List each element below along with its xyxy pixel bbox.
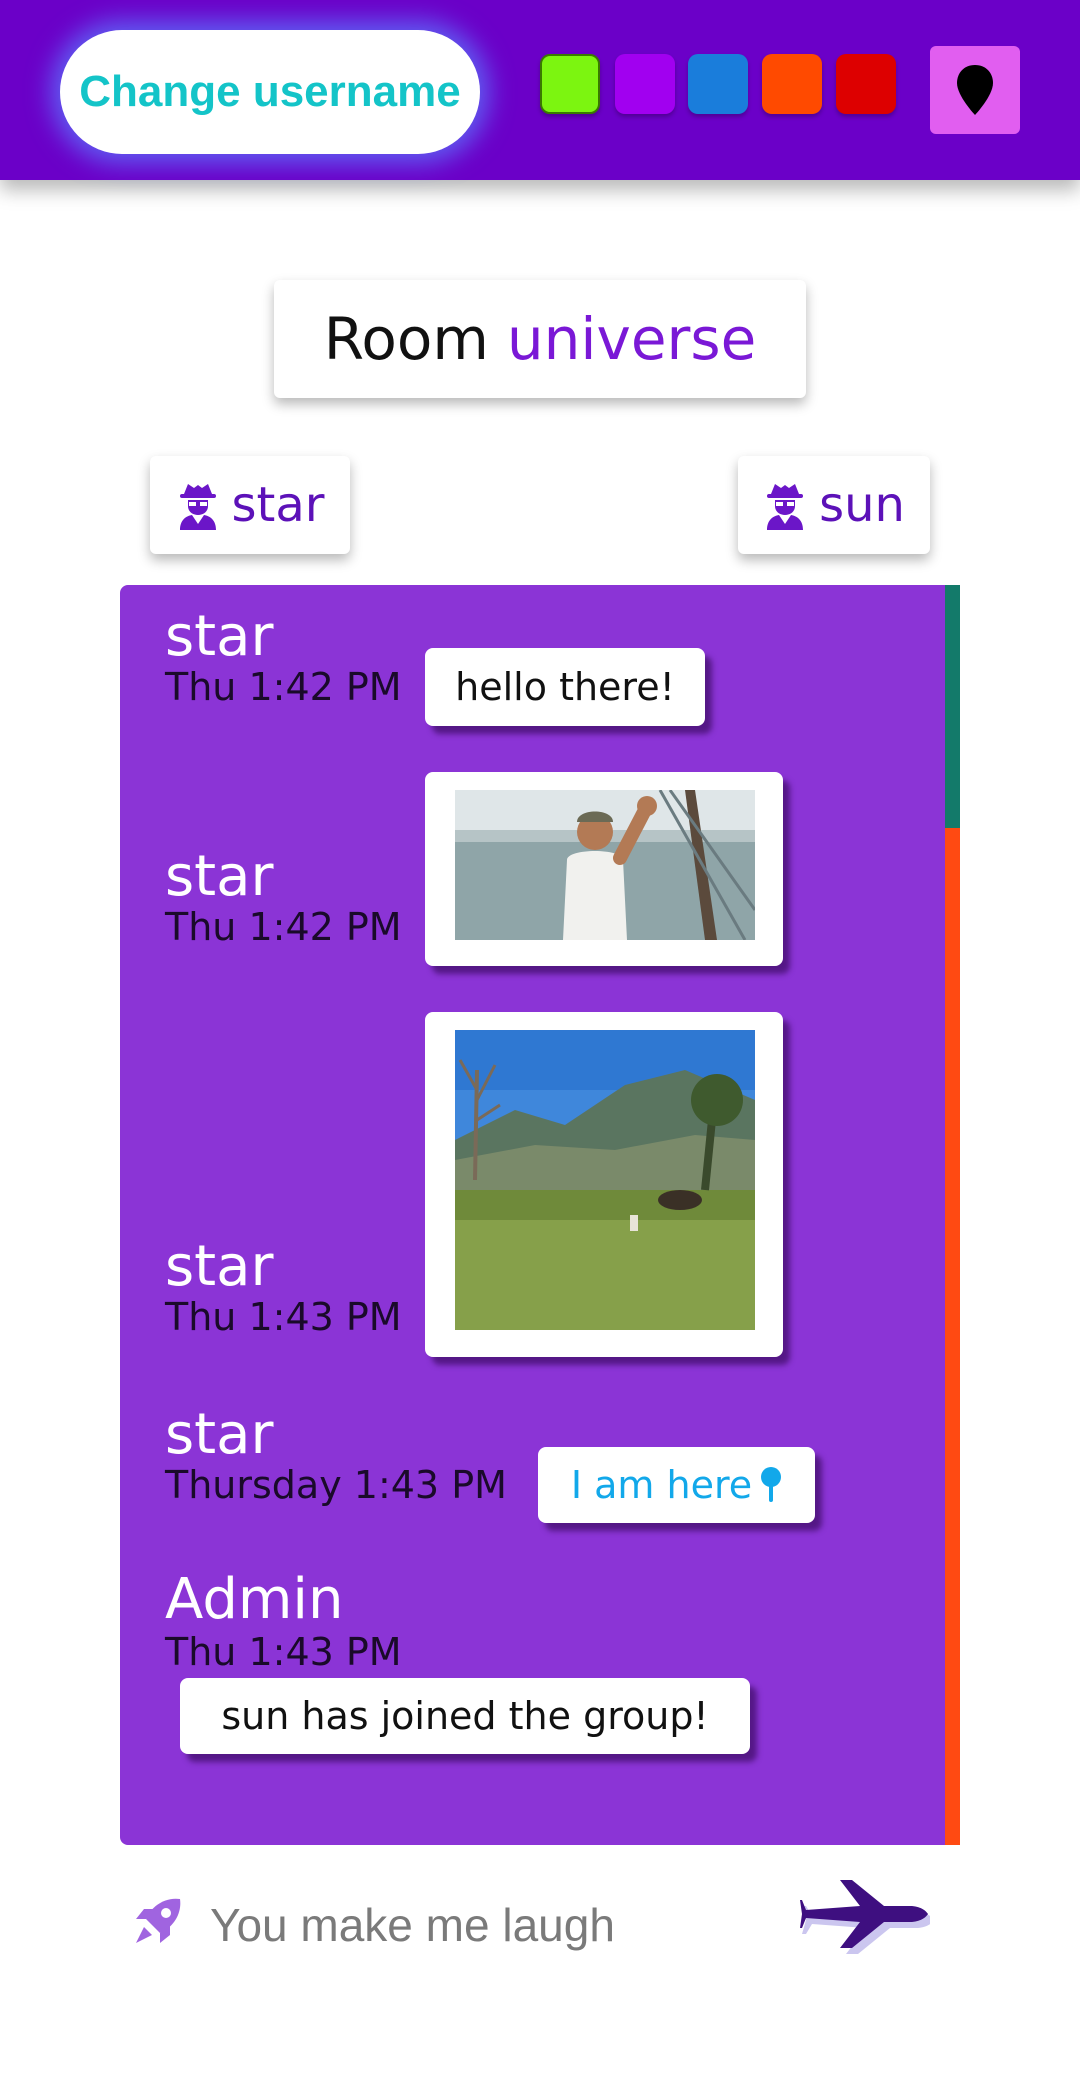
room-title-prefix: Room [323, 305, 489, 373]
message-time: Thu 1:43 PM [165, 1295, 402, 1339]
send-button[interactable] [800, 1874, 940, 1964]
user-secret-icon [179, 484, 216, 530]
chat-scrollbar-thumb[interactable] [945, 585, 960, 828]
top-bar: Change username [0, 0, 1080, 180]
field-gif [455, 1030, 755, 1330]
rocket-icon [136, 1898, 181, 1943]
user-chip-sun[interactable]: sun [738, 456, 930, 554]
pin-icon [761, 1467, 782, 1502]
user-secret-icon [767, 484, 804, 530]
message-author: star [165, 1234, 274, 1299]
message-text: hello there! [455, 665, 675, 709]
message-text: sun has joined the group! [221, 1694, 709, 1738]
color-swatch-green[interactable] [540, 54, 600, 114]
map-pin-icon [957, 65, 993, 115]
waving-man-gif [455, 790, 755, 940]
message-time: Thu 1:43 PM [165, 1630, 402, 1674]
color-swatch-red[interactable] [836, 54, 896, 114]
share-location-button[interactable] [930, 46, 1020, 134]
message-author: star [165, 604, 274, 669]
color-swatch-blue[interactable] [688, 54, 748, 114]
change-username-button[interactable]: Change username [60, 30, 480, 154]
user-chip-label: sun [819, 477, 905, 533]
color-swatch-purple[interactable] [615, 54, 675, 114]
message-bubble: sun has joined the group! [180, 1678, 750, 1754]
message-time: Thu 1:42 PM [165, 665, 402, 709]
room-title: Room universe [274, 280, 806, 398]
message-bubble: hello there! [425, 648, 705, 726]
jet-plane-icon [800, 1880, 934, 1954]
user-chip-label: star [231, 477, 325, 533]
message-input[interactable] [210, 1890, 770, 1960]
message-author: Admin [165, 1567, 344, 1632]
message-author: star [165, 1402, 274, 1467]
message-time: Thursday 1:43 PM [165, 1463, 507, 1507]
image-bubble[interactable] [425, 772, 783, 966]
chat-messages[interactable]: star Thu 1:42 PM hello there! star Thu 1… [120, 585, 960, 1845]
user-chip-star[interactable]: star [150, 456, 350, 554]
location-link[interactable]: I am here [571, 1463, 752, 1507]
message-time: Thu 1:42 PM [165, 905, 402, 949]
message-author: star [165, 844, 274, 909]
room-name: universe [506, 305, 757, 373]
image-bubble[interactable] [425, 1012, 783, 1357]
location-link-bubble[interactable]: I am here [538, 1447, 815, 1523]
color-swatch-orange[interactable] [762, 54, 822, 114]
